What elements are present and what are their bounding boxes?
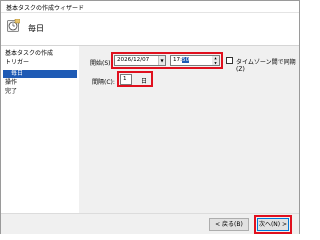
wizard-footer: < 戻る(B) 次へ(N) > — [1, 213, 299, 234]
steps-pane: 基本タスクの作成 トリガー 毎日 操作 完了 — [1, 46, 79, 213]
timezone-sync-label: タイムゾーン間で同期(Z) — [236, 59, 296, 73]
window-title: 基本タスクの作成ウィザード — [6, 5, 85, 12]
interval-highlight-box — [117, 71, 153, 87]
step-daily[interactable]: 毎日 — [3, 70, 77, 78]
step-trigger[interactable]: トリガー — [5, 59, 29, 67]
step-action[interactable]: 操作 — [5, 79, 17, 87]
timezone-sync-checkbox[interactable] — [226, 57, 233, 64]
next-highlight-box — [254, 215, 292, 234]
step-create-basic-task[interactable]: 基本タスクの作成 — [5, 50, 53, 58]
title-bar: 基本タスクの作成ウィザード — [1, 1, 299, 13]
interval-label: 間隔(C): — [92, 79, 115, 86]
step-finish[interactable]: 完了 — [5, 88, 17, 96]
start-highlight-box — [111, 52, 223, 69]
wizard-header: 毎日 — [1, 13, 299, 46]
page-title: 毎日 — [28, 24, 44, 33]
task-wizard-icon — [7, 19, 20, 32]
start-label: 開始(S): — [90, 60, 113, 67]
wizard-body: 基本タスクの作成 トリガー 毎日 操作 完了 開始(S): 2026/12/07… — [1, 46, 299, 213]
back-button[interactable]: < 戻る(B) — [209, 218, 249, 231]
wizard-window: 基本タスクの作成ウィザード 毎日 基本タスクの作成 トリガー 毎日 操作 完了 … — [0, 0, 300, 234]
